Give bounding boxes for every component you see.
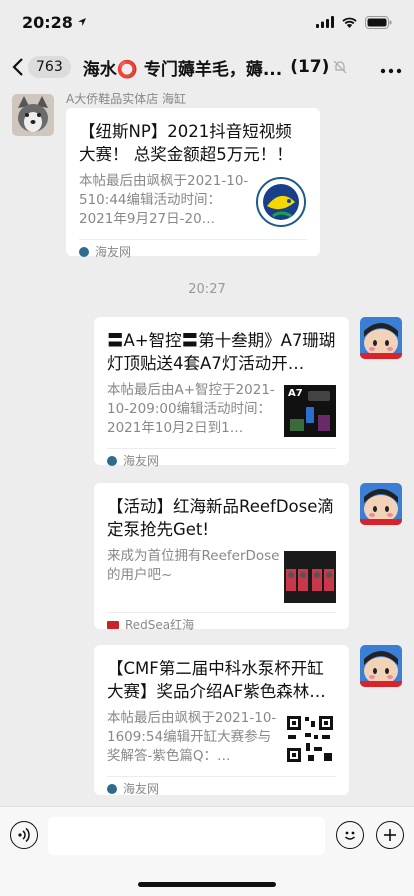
source-name: 海友网 <box>95 245 132 259</box>
more-icon <box>380 68 402 74</box>
card-description: 来成为首位拥有ReeferDose的用户吧~ <box>107 548 280 583</box>
cartoon-boy-avatar-icon <box>360 645 402 687</box>
card-thumbnail <box>284 713 336 765</box>
source-name: 海友网 <box>123 454 160 468</box>
source-logo-icon <box>79 246 89 257</box>
location-arrow-icon <box>77 18 86 26</box>
emoji-button[interactable] <box>336 821 364 849</box>
card-title: 【活动】红海新品ReefDose滴定泵抢先Get! <box>107 497 334 539</box>
link-card[interactable]: 【CMF第二届中科水泵杯开缸大赛】奖品介绍AF紫色森林… 本帖最后由飒枫于202… <box>94 645 349 798</box>
card-source: RedSea红海 <box>107 612 336 634</box>
fish-logo-icon <box>256 177 306 227</box>
card-source: 海友网 <box>107 448 336 470</box>
card-source: 海友网 <box>107 776 336 798</box>
battery-icon <box>365 15 392 29</box>
lamp-product-image <box>290 391 330 431</box>
source-logo-icon <box>107 455 117 466</box>
link-card[interactable]: 【纽斯NP】2021抖音短视频大赛！ 总奖金额超5万元！！ 本帖最后由飒枫于20… <box>66 108 320 259</box>
signal-icon <box>316 16 334 28</box>
chat-header: 763 海水⭕ 专门薅羊毛，薅... (17) <box>0 44 414 90</box>
card-source: 海友网 <box>79 239 307 261</box>
card-description: 本帖最后由飒枫于2021-10-510:44编辑活动时间：2021年9月27日-… <box>79 173 249 227</box>
dosing-pump-product-image <box>284 551 336 603</box>
card-title: 〓A+智控〓第十叁期》A7珊瑚灯顶贴送4套A7灯活动开… <box>107 331 336 373</box>
unread-count-badge: 763 <box>28 56 71 78</box>
sender-avatar[interactable] <box>12 94 54 136</box>
my-avatar[interactable] <box>360 317 402 359</box>
chevron-left-icon <box>12 58 23 76</box>
card-title: 【纽斯NP】2021抖音短视频大赛！ 总奖金额超5万元！！ <box>79 122 293 164</box>
link-card[interactable]: 【活动】红海新品ReefDose滴定泵抢先Get! 来成为首位拥有ReeferD… <box>94 483 349 632</box>
voice-button[interactable] <box>10 821 38 849</box>
cartoon-boy-avatar-icon <box>360 317 402 359</box>
source-name: 海友网 <box>123 782 160 796</box>
member-count: (17) <box>290 57 330 77</box>
card-description: 本帖最后由A+智控于2021-10-209:00编辑活动时间：2021年10月2… <box>107 382 275 436</box>
status-time: 20:28 <box>22 12 73 32</box>
qr-code-image <box>284 713 336 765</box>
husky-dog-avatar-icon <box>12 94 54 136</box>
source-logo-icon <box>107 783 117 794</box>
chat-title: 海水⭕ 专门薅羊毛，薅... (17) <box>83 55 370 80</box>
cartoon-boy-avatar-icon <box>360 483 402 525</box>
voice-icon <box>18 827 30 843</box>
status-bar: 20:28 <box>0 0 414 44</box>
my-avatar[interactable] <box>360 483 402 525</box>
card-title: 【CMF第二届中科水泵杯开缸大赛】奖品介绍AF紫色森林… <box>107 659 326 701</box>
card-description: 本帖最后由飒枫于2021-10-1609:54编辑开缸大赛参与奖解答-紫色篇Q：… <box>107 710 277 764</box>
sender-name: A大侨鞋品实体店 海缸 <box>66 92 187 106</box>
redsea-logo-icon <box>107 620 119 629</box>
card-thumbnail <box>255 176 307 228</box>
card-thumbnail <box>284 551 336 603</box>
wifi-icon <box>342 17 357 28</box>
mute-bell-icon <box>333 60 347 74</box>
source-name: RedSea红海 <box>125 618 195 632</box>
link-card[interactable]: 〓A+智控〓第十叁期》A7珊瑚灯顶贴送4套A7灯活动开… 本帖最后由A+智控于2… <box>94 317 349 468</box>
my-avatar[interactable] <box>360 645 402 687</box>
more-options-button[interactable] <box>380 55 402 79</box>
back-button[interactable]: 763 <box>12 56 71 78</box>
more-functions-button[interactable] <box>376 821 404 849</box>
home-indicator <box>138 882 276 887</box>
card-thumbnail: A7 <box>284 385 336 437</box>
message-input[interactable] <box>48 817 325 855</box>
plus-icon <box>384 829 396 841</box>
group-name: 海水⭕ 专门薅羊毛，薅... <box>82 59 283 80</box>
emoji-icon <box>345 831 355 840</box>
message-timestamp: 20:27 <box>188 282 226 297</box>
